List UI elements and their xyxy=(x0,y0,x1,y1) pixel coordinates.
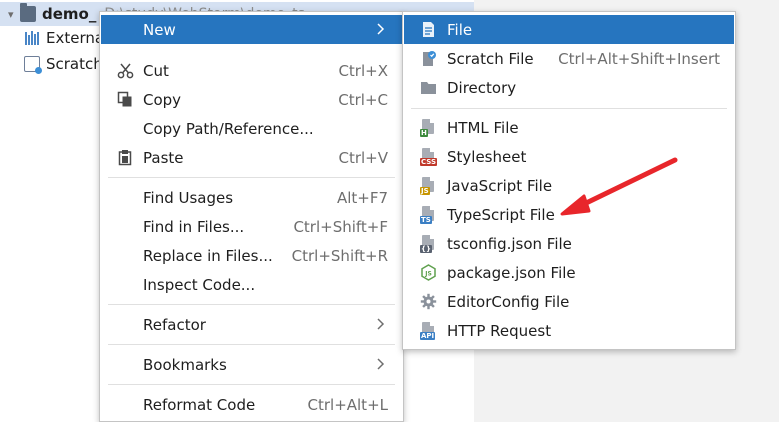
submenu-item-editorconfig-file[interactable]: EditorConfig File xyxy=(404,287,734,316)
chevron-right-icon xyxy=(377,358,385,370)
submenu-item-label: JavaScript File xyxy=(447,176,553,195)
submenu-item-stylesheet[interactable]: CSS Stylesheet xyxy=(404,142,734,171)
scissors-icon xyxy=(117,63,134,79)
shortcut-label: Ctrl+Shift+F xyxy=(293,217,388,236)
css-file-icon: CSS xyxy=(420,148,438,166)
shortcut-label: Alt+F7 xyxy=(336,188,388,207)
menu-item-label: Refactor xyxy=(143,315,206,334)
menu-item-reformat-code[interactable]: Reformat Code Ctrl+Alt+L xyxy=(101,390,402,419)
shortcut-label: Ctrl+V xyxy=(338,148,388,167)
submenu-item-javascript-file[interactable]: JS JavaScript File xyxy=(404,171,734,200)
submenu-item-label: HTTP Request xyxy=(447,321,552,340)
submenu-item-label: Stylesheet xyxy=(447,147,527,166)
new-submenu: File Scratch File Ctrl+Alt+Shift+Insert … xyxy=(402,11,736,350)
submenu-item-typescript-file[interactable]: TS TypeScript File xyxy=(404,200,734,229)
expand-arrow-icon[interactable]: ▾ xyxy=(8,8,20,21)
submenu-item-label: File xyxy=(447,20,473,39)
menu-item-copy-path[interactable]: Copy Path/Reference... xyxy=(101,114,402,143)
menu-item-label: Find Usages xyxy=(143,188,234,207)
submenu-item-label: Directory xyxy=(447,78,517,97)
submenu-item-http-request[interactable]: API HTTP Request xyxy=(404,316,734,345)
submenu-item-scratch-file[interactable]: Scratch File Ctrl+Alt+Shift+Insert xyxy=(404,44,734,73)
chevron-right-icon xyxy=(377,23,385,35)
shortcut-label: Ctrl+Shift+R xyxy=(291,246,388,265)
submenu-item-label: EditorConfig File xyxy=(447,292,570,311)
menu-item-label: Bookmarks xyxy=(143,355,227,374)
menu-separator xyxy=(108,384,395,385)
js-file-icon: JS xyxy=(420,177,437,195)
menu-item-replace-in-files[interactable]: Replace in Files... Ctrl+Shift+R xyxy=(101,241,402,270)
submenu-item-label: tsconfig.json File xyxy=(447,234,572,253)
menu-item-label: New xyxy=(143,20,176,39)
menu-separator xyxy=(108,304,395,305)
tsconfig-file-icon: {} xyxy=(420,235,437,253)
menu-item-label: Replace in Files... xyxy=(143,246,273,265)
submenu-item-label: TypeScript File xyxy=(447,205,555,224)
shortcut-label: Ctrl+C xyxy=(338,90,388,109)
submenu-item-label: HTML File xyxy=(447,118,519,137)
menu-item-label: Find in Files... xyxy=(143,217,245,236)
copy-icon xyxy=(117,91,132,107)
menu-item-bookmarks[interactable]: Bookmarks xyxy=(101,350,402,379)
submenu-item-directory[interactable]: Directory xyxy=(404,73,734,102)
submenu-item-label: Scratch File xyxy=(447,49,534,68)
nodejs-icon: JS xyxy=(421,264,436,281)
menu-separator xyxy=(411,108,727,109)
context-menu: New Cut Ctrl+X Copy Ctrl+C Copy Path/Ref… xyxy=(99,11,404,422)
scratches-icon xyxy=(24,56,42,74)
svg-text:JS: JS xyxy=(424,271,432,278)
menu-item-copy[interactable]: Copy Ctrl+C xyxy=(101,85,402,114)
folder-icon xyxy=(421,82,436,94)
menu-item-label: Paste xyxy=(143,148,184,167)
menu-item-label: Copy xyxy=(143,90,182,109)
menu-item-refactor[interactable]: Refactor xyxy=(101,310,402,339)
menu-item-cut[interactable]: Cut Ctrl+X xyxy=(101,56,402,85)
shortcut-label: Ctrl+Alt+Shift+Insert xyxy=(558,49,720,68)
menu-item-find-usages[interactable]: Find Usages Alt+F7 xyxy=(101,183,402,212)
chevron-right-icon xyxy=(377,318,385,330)
submenu-item-file[interactable]: File xyxy=(404,15,734,44)
shortcut-label: Ctrl+X xyxy=(338,61,388,80)
menu-item-label: Copy Path/Reference... xyxy=(143,119,314,138)
submenu-item-html-file[interactable]: H HTML File xyxy=(404,113,734,142)
shortcut-label: Ctrl+Alt+L xyxy=(307,395,389,414)
submenu-item-label: package.json File xyxy=(447,263,576,282)
menu-item-find-in-files[interactable]: Find in Files... Ctrl+Shift+F xyxy=(101,212,402,241)
menu-item-label: Cut xyxy=(143,61,169,80)
scratch-file-icon xyxy=(423,51,436,66)
submenu-item-tsconfig-file[interactable]: {} tsconfig.json File xyxy=(404,229,734,258)
menu-separator xyxy=(108,177,395,178)
clipboard-icon xyxy=(118,150,132,166)
file-icon xyxy=(423,22,434,37)
menu-item-inspect-code[interactable]: Inspect Code... xyxy=(101,270,402,299)
ts-file-icon: TS xyxy=(420,206,437,224)
http-request-icon: API xyxy=(420,322,437,340)
submenu-item-package-json-file[interactable]: JS package.json File xyxy=(404,258,734,287)
project-root-label: demo_ xyxy=(42,5,97,23)
menu-item-new[interactable]: New xyxy=(101,15,402,44)
menu-item-paste[interactable]: Paste Ctrl+V xyxy=(101,143,402,172)
gear-icon xyxy=(420,293,437,310)
menu-item-label: Reformat Code xyxy=(143,395,256,414)
folder-icon xyxy=(20,3,36,22)
menu-item-label: Inspect Code... xyxy=(143,275,256,294)
library-icon xyxy=(24,30,40,46)
html-file-icon: H xyxy=(420,119,437,137)
menu-separator xyxy=(108,344,395,345)
